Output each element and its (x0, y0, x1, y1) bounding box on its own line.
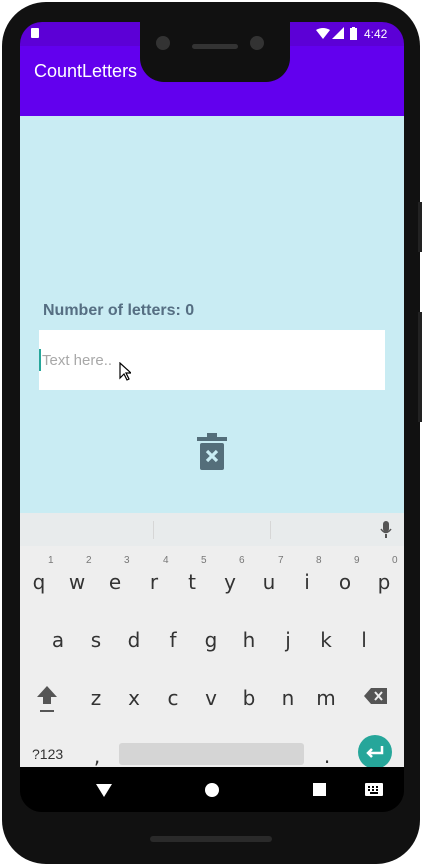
side-button (418, 202, 422, 252)
period-key[interactable]: . (308, 744, 346, 768)
backspace-icon (364, 688, 387, 704)
key-u[interactable]: u (250, 570, 288, 594)
suggestion-strip (20, 513, 404, 546)
text-cursor (39, 349, 41, 371)
key-i[interactable]: i (288, 570, 326, 594)
key-g[interactable]: g (192, 628, 230, 652)
key-e-number: 3 (124, 555, 130, 566)
shift-key[interactable] (34, 684, 60, 714)
key-t[interactable]: t (173, 570, 211, 594)
soft-keyboard: q 1 w 2 e 3 r 4 t 5 y 6 u 7 i 8 o 9 p 0 … (20, 513, 404, 769)
key-d[interactable]: d (115, 628, 153, 652)
signal-icon (332, 27, 344, 39)
side-button (418, 312, 422, 422)
key-i-number: 8 (316, 555, 322, 566)
keyboard-switch-icon[interactable] (365, 783, 383, 796)
shift-icon (37, 686, 57, 712)
front-camera-icon (250, 36, 264, 50)
home-icon[interactable] (205, 783, 219, 797)
recents-icon[interactable] (313, 783, 326, 796)
key-l[interactable]: l (345, 628, 383, 652)
key-c[interactable]: c (154, 686, 192, 710)
key-y-number: 6 (239, 555, 245, 566)
earpiece-icon (192, 44, 238, 49)
comma-key[interactable]: , (78, 744, 116, 768)
front-camera-icon (156, 36, 170, 50)
key-w-number: 2 (86, 555, 92, 566)
bottom-speaker (150, 836, 272, 842)
sim-card-icon (31, 28, 39, 38)
key-b[interactable]: b (230, 686, 268, 710)
key-a[interactable]: a (39, 628, 77, 652)
key-t-number: 5 (201, 555, 207, 566)
status-time: 4:42 (364, 27, 388, 41)
letter-count-label: Number of letters: 0 (43, 302, 195, 319)
key-q-number: 1 (48, 555, 54, 566)
trash-x-icon (197, 433, 227, 470)
key-k[interactable]: k (307, 628, 345, 652)
screen: 4:42 CountLetters Number of letters: 0 T… (20, 22, 404, 812)
delete-button[interactable] (197, 433, 227, 471)
key-p[interactable]: p (365, 570, 403, 594)
main-content: Number of letters: 0 Text here.. (20, 116, 404, 513)
enter-key[interactable] (358, 735, 392, 769)
key-h[interactable]: h (230, 628, 268, 652)
navigation-bar (20, 767, 404, 812)
key-z[interactable]: z (77, 686, 115, 710)
text-input[interactable]: Text here.. (39, 330, 385, 390)
key-r-number: 4 (163, 555, 169, 566)
suggestion-divider (270, 521, 271, 539)
space-key[interactable] (119, 743, 304, 765)
suggestion-divider (153, 521, 154, 539)
battery-icon (350, 27, 357, 40)
key-w[interactable]: w (58, 570, 96, 594)
key-v[interactable]: v (192, 686, 230, 710)
key-q[interactable]: q (20, 570, 58, 594)
key-p-number: 0 (392, 555, 398, 566)
wifi-icon (316, 28, 330, 39)
enter-icon (366, 746, 384, 758)
key-s[interactable]: s (77, 628, 115, 652)
key-e[interactable]: e (96, 570, 134, 594)
symbols-key[interactable]: ?123 (32, 746, 63, 762)
mouse-pointer-icon (119, 362, 131, 381)
camera-notch (140, 22, 290, 82)
key-j[interactable]: j (269, 628, 307, 652)
key-o[interactable]: o (326, 570, 364, 594)
key-u-number: 7 (278, 555, 284, 566)
phone-frame: 4:42 CountLetters Number of letters: 0 T… (2, 2, 422, 864)
key-y[interactable]: y (211, 570, 249, 594)
key-r[interactable]: r (135, 570, 173, 594)
key-o-number: 9 (354, 555, 360, 566)
backspace-key[interactable] (364, 687, 388, 705)
key-m[interactable]: m (307, 686, 345, 710)
app-title: CountLetters (34, 61, 138, 81)
text-input-placeholder: Text here.. (42, 352, 113, 369)
key-f[interactable]: f (154, 628, 192, 652)
key-n[interactable]: n (269, 686, 307, 710)
back-icon[interactable] (96, 784, 112, 797)
mic-icon[interactable] (380, 521, 392, 539)
key-x[interactable]: x (115, 686, 153, 710)
